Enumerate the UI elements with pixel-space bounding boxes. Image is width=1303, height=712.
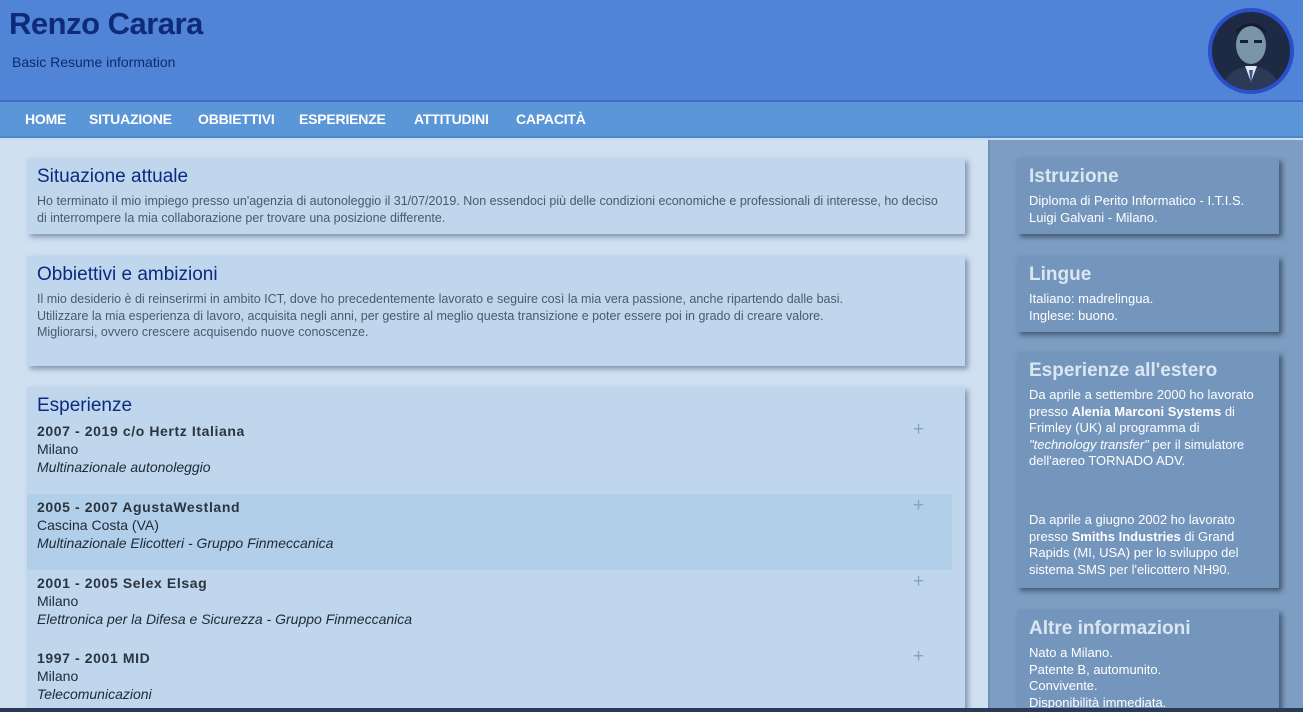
estero-card: Esperienze all'estero Da aprile a settem…: [1017, 352, 1279, 588]
altre-title: Altre informazioni: [1029, 618, 1191, 639]
experience-place: Milano: [37, 593, 79, 609]
experience-desc: Multinazionale autonoleggio: [37, 459, 211, 475]
experience-title: 2007 - 2019 c/o Hertz Italiana: [37, 423, 245, 439]
experience-title: 1997 - 2001 MID: [37, 650, 151, 666]
experience-title: 2001 - 2005 Selex Elsag: [37, 575, 208, 591]
istruzione-text: Diploma di Perito Informatico - I.T.I.S.…: [1029, 193, 1245, 225]
estero-title: Esperienze all'estero: [1029, 360, 1218, 381]
plus-icon[interactable]: +: [913, 572, 924, 592]
nav-obbiettivi[interactable]: OBBIETTIVI: [198, 111, 275, 127]
experience-place: Cascina Costa (VA): [37, 517, 159, 533]
experience-title: 2005 - 2007 AgustaWestland: [37, 499, 241, 515]
lingue-title: Lingue: [1029, 264, 1092, 285]
obbiettivi-text: Il mio desiderio è di reinserirmi in amb…: [37, 291, 945, 341]
site-header: Renzo Carara Basic Resume information: [0, 0, 1303, 102]
esperienze-card: Esperienze 2007 - 2019 c/o Hertz Italian…: [27, 387, 965, 712]
altre-card: Altre informazioni Nato a Milano. Patent…: [1017, 610, 1279, 712]
nav-situazione[interactable]: SITUAZIONE: [89, 111, 172, 127]
site-title: Renzo Carara: [9, 6, 203, 41]
lingue-card: Lingue Italiano: madrelingua. Inglese: b…: [1017, 256, 1279, 332]
estero-paragraph-1: Da aprile a settembre 2000 ho lavorato p…: [1029, 387, 1254, 468]
plus-icon[interactable]: +: [913, 496, 924, 516]
avatar: [1208, 8, 1294, 94]
experience-place: Milano: [37, 668, 79, 684]
situazione-card: Situazione attuale Ho terminato il mio i…: [27, 158, 965, 234]
lingue-text: Italiano: madrelingua. Inglese: buono.: [1029, 291, 1269, 324]
obbiettivi-card: Obbiettivi e ambizioni Il mio desiderio …: [27, 256, 965, 366]
sidebar: Istruzione Diploma di Perito Informatico…: [988, 140, 1303, 712]
altre-line: Convivente.: [1029, 678, 1098, 693]
lingue-line: Inglese: buono.: [1029, 307, 1118, 323]
situazione-title: Situazione attuale: [37, 166, 189, 187]
altre-line: Patente B, automunito.: [1029, 661, 1162, 677]
istruzione-title: Istruzione: [1029, 166, 1119, 187]
bottom-bar: [0, 708, 1303, 712]
experience-item[interactable]: 1997 - 2001 MID Milano Telecomunicazioni…: [27, 645, 952, 712]
main-nav: HOME SITUAZIONE OBBIETTIVI ESPERIENZE AT…: [0, 102, 1303, 138]
nav-capacita[interactable]: CAPACITÀ: [516, 111, 586, 127]
obbiettivi-text-1: Il mio desiderio è di reinserirmi in amb…: [37, 292, 843, 306]
experience-desc: Multinazionale Elicotteri - Gruppo Finme…: [37, 535, 334, 551]
experience-item[interactable]: 2001 - 2005 Selex Elsag Milano Elettroni…: [27, 570, 952, 646]
obbiettivi-text-3: Migliorarsi, ovvero crescere acquisendo …: [37, 325, 369, 339]
nav-attitudini[interactable]: ATTITUDINI: [414, 111, 489, 127]
altre-text: Nato a Milano. Patente B, automunito. Co…: [1029, 645, 1269, 711]
nav-esperienze[interactable]: ESPERIENZE: [299, 111, 386, 127]
site-subtitle: Basic Resume information: [12, 54, 176, 70]
experience-desc: Elettronica per la Difesa e Sicurezza - …: [37, 611, 413, 627]
estero-paragraph-2: Da aprile a giugno 2002 ho lavorato pres…: [1029, 512, 1239, 577]
nav-home[interactable]: HOME: [25, 111, 66, 127]
obbiettivi-title: Obbiettivi e ambizioni: [37, 264, 218, 285]
situazione-text: Ho terminato il mio impiego presso un'ag…: [37, 194, 938, 225]
experience-place: Milano: [37, 441, 79, 457]
obbiettivi-text-2: Utilizzare la mia esperienza di lavoro, …: [37, 308, 824, 323]
experience-desc: Telecomunicazioni: [37, 686, 152, 702]
istruzione-card: Istruzione Diploma di Perito Informatico…: [1017, 158, 1279, 234]
experience-item[interactable]: 2005 - 2007 AgustaWestland Cascina Costa…: [27, 494, 952, 570]
main-content: Situazione attuale Ho terminato il mio i…: [0, 140, 988, 712]
lingue-line: Italiano: madrelingua.: [1029, 291, 1154, 306]
altre-line: Nato a Milano.: [1029, 645, 1113, 660]
plus-icon[interactable]: +: [913, 420, 924, 440]
plus-icon[interactable]: +: [913, 647, 924, 667]
esperienze-title: Esperienze: [37, 395, 133, 416]
avatar-portrait-icon: [1212, 12, 1290, 90]
experience-item[interactable]: 2007 - 2019 c/o Hertz Italiana Milano Mu…: [27, 418, 952, 494]
